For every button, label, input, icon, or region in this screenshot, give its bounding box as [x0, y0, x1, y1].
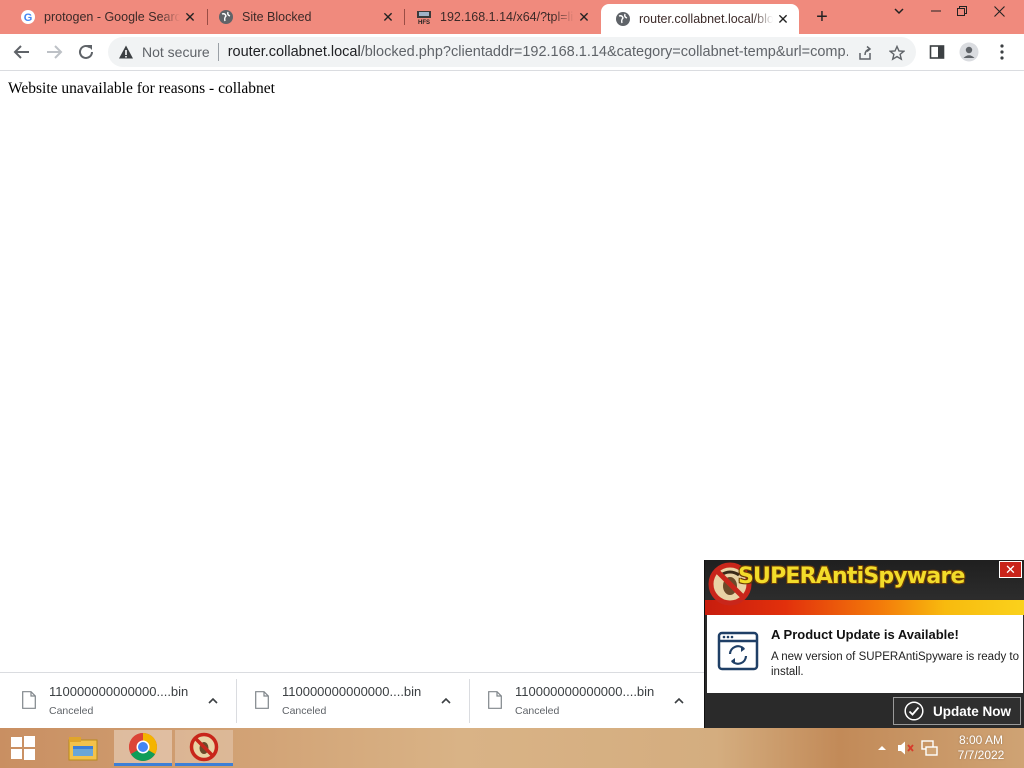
hfs-icon: HFS: [416, 9, 432, 25]
update-window-icon: [717, 631, 759, 671]
tab-title: 192.168.1.14/x64/?tpl=list: [440, 10, 574, 24]
tab-protogen-search[interactable]: G protogen - Google Search ✕: [0, 0, 206, 34]
start-button[interactable]: [0, 728, 46, 768]
popup-title: A Product Update is Available!: [771, 627, 959, 642]
address-bar[interactable]: Not secure router.collabnet.local/blocke…: [108, 37, 916, 67]
profile-avatar-icon[interactable]: [959, 42, 979, 62]
download-status: Canceled: [515, 705, 560, 717]
bookmark-star-icon[interactable]: [888, 44, 906, 62]
clock-time: 8:00 AM: [958, 733, 1004, 747]
popup-body: A Product Update is Available! A new ver…: [707, 615, 1023, 693]
popup-header: SUPERAntiSpyware ✕: [705, 560, 1024, 615]
share-icon[interactable]: [856, 44, 874, 62]
network-icon[interactable]: [921, 739, 939, 757]
system-clock[interactable]: 8:00 AM 7/7/2022: [950, 733, 1012, 763]
tab-close-icon[interactable]: ✕: [180, 7, 200, 27]
popup-close-button[interactable]: ✕: [999, 561, 1022, 578]
superantispyware-icon: [189, 732, 219, 761]
downloads-bar: 110000000000000....bin Canceled 11000000…: [0, 672, 704, 728]
tab-site-blocked[interactable]: Site Blocked ✕: [198, 0, 404, 34]
svg-text:G: G: [24, 12, 33, 24]
update-now-button[interactable]: Update Now: [893, 697, 1021, 725]
taskbar-superantispyware[interactable]: [175, 730, 233, 766]
download-filename: 110000000000000....bin: [282, 684, 422, 699]
popup-footer: Update Now: [705, 693, 1024, 728]
url-path: /blocked.php?clientaddr=192.168.1.14&cat…: [360, 44, 848, 60]
blocked-message: Website unavailable for reasons - collab…: [8, 80, 275, 97]
tab-router-blocked[interactable]: router.collabnet.local/blocked.php ✕: [601, 4, 799, 34]
download-item[interactable]: 110000000000000....bin Canceled: [233, 673, 466, 729]
download-status: Canceled: [49, 705, 94, 717]
tab-close-icon[interactable]: ✕: [378, 7, 398, 27]
superantispyware-notification: SUPERAntiSpyware ✕ A Product Update is A…: [704, 560, 1024, 728]
tab-hfs-listing[interactable]: HFS 192.168.1.14/x64/?tpl=list ✕: [396, 0, 600, 34]
new-tab-button[interactable]: +: [810, 5, 834, 29]
security-label[interactable]: Not secure: [142, 44, 210, 60]
taskbar-chrome[interactable]: [114, 730, 172, 766]
file-icon: [22, 691, 36, 709]
tab-strip: G protogen - Google Search ✕ Site Blocke…: [0, 0, 1024, 34]
popup-message: A new version of SUPERAntiSpyware is rea…: [771, 651, 1020, 678]
browser-toolbar: Not secure router.collabnet.local/blocke…: [0, 34, 1024, 71]
download-status: Canceled: [282, 705, 327, 717]
clock-date: 7/7/2022: [957, 748, 1005, 762]
restore-icon[interactable]: [945, 0, 979, 22]
chevron-up-icon[interactable]: [438, 693, 454, 709]
tab-close-icon[interactable]: ✕: [574, 7, 594, 27]
update-now-label: Update Now: [933, 703, 1012, 719]
chevron-up-icon[interactable]: [671, 693, 687, 709]
url-text[interactable]: router.collabnet.local/blocked.php?clien…: [228, 44, 848, 60]
popup-brand: SUPERAntiSpyware: [738, 564, 965, 589]
warning-icon[interactable]: [118, 44, 134, 60]
download-filename: 110000000000000....bin: [49, 684, 189, 699]
menu-kebab-icon[interactable]: [992, 42, 1012, 62]
chevron-up-icon[interactable]: [205, 693, 221, 709]
volume-muted-icon[interactable]: [897, 739, 915, 757]
globe-icon: [615, 11, 631, 27]
download-filename: 110000000000000....bin: [515, 684, 655, 699]
side-panel-icon[interactable]: [927, 42, 947, 62]
forward-icon[interactable]: [40, 38, 68, 66]
url-host: router.collabnet.local: [227, 44, 361, 60]
globe-icon: [218, 9, 234, 25]
taskbar: 8:00 AM 7/7/2022: [0, 728, 1024, 768]
start-icon: [11, 736, 35, 760]
tab-title: router.collabnet.local/blocked.php: [639, 12, 773, 26]
taskbar-file-explorer[interactable]: [54, 730, 112, 766]
tab-title: Site Blocked: [242, 10, 312, 24]
download-item[interactable]: 110000000000000....bin Canceled: [466, 673, 699, 729]
google-g-icon: G: [20, 9, 36, 25]
file-explorer-icon: [68, 737, 98, 761]
reload-icon[interactable]: [72, 38, 100, 66]
file-icon: [488, 691, 502, 709]
close-icon[interactable]: [982, 0, 1016, 22]
chrome-icon: [129, 732, 157, 761]
check-circle-icon: [904, 701, 924, 721]
download-item[interactable]: 110000000000000....bin Canceled: [0, 673, 233, 729]
back-icon[interactable]: [8, 38, 36, 66]
tab-close-icon[interactable]: ✕: [773, 9, 793, 29]
svg-text:HFS: HFS: [418, 20, 430, 25]
chevron-down-icon[interactable]: [882, 0, 916, 22]
omnibox-divider: [217, 43, 219, 61]
tray-overflow-chevron-icon[interactable]: [873, 739, 891, 757]
file-icon: [255, 691, 269, 709]
tab-title: protogen - Google Search: [44, 10, 180, 24]
